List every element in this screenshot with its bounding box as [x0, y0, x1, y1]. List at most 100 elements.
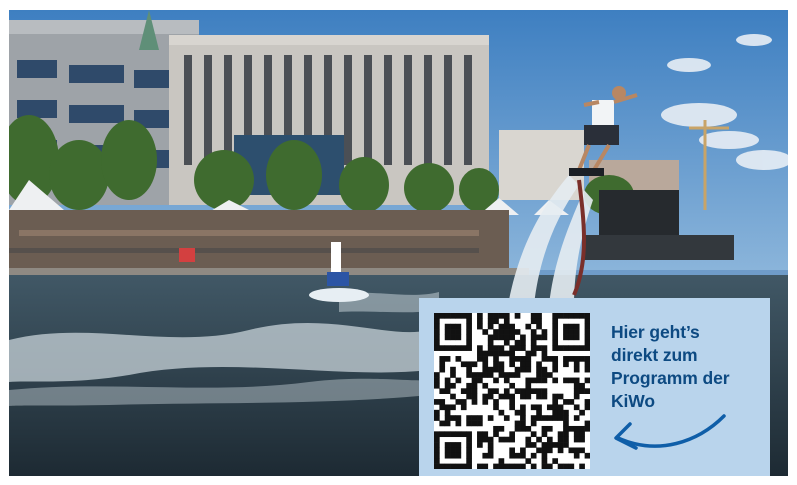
qr-module: [584, 404, 590, 411]
qr-module: [466, 458, 472, 464]
qr-module: [477, 415, 483, 421]
qr-module: [482, 366, 489, 373]
qr-module: [487, 393, 494, 400]
qr-module: [520, 463, 526, 469]
qr-module: [455, 313, 462, 319]
qr-module: [584, 318, 590, 325]
qr-module: [525, 350, 532, 357]
qr-module: [552, 404, 559, 411]
qr-module: [530, 377, 537, 384]
qr-module: [466, 361, 472, 368]
qr-module: [520, 345, 526, 351]
qr-module: [520, 415, 526, 421]
qr-module: [455, 431, 462, 438]
qr-module: [552, 356, 559, 362]
qr-module: [525, 323, 532, 330]
qr-module: [520, 361, 526, 368]
qr-module: [493, 404, 499, 411]
qr-module: [541, 356, 548, 362]
qr-module: [573, 382, 580, 389]
qr-module: [498, 329, 505, 335]
qr-module: [455, 377, 462, 384]
qr-module: [450, 329, 456, 335]
qr-module: [487, 415, 494, 421]
qr-module: [563, 415, 569, 421]
qr-module: [579, 382, 585, 389]
qr-module: [530, 329, 537, 335]
qr-module: [563, 361, 569, 368]
qr-module: [509, 350, 515, 357]
qr-module: [455, 442, 462, 448]
qr-module: [450, 452, 456, 459]
qr-module: [434, 334, 440, 341]
qr-module: [439, 313, 446, 319]
qr-module: [460, 388, 467, 394]
qr-module: [573, 313, 580, 319]
qr-module: [444, 323, 451, 330]
qr-module: [487, 318, 494, 325]
qr-module: [520, 420, 526, 427]
qr-code-matrix: [434, 313, 590, 469]
qr-module: [536, 377, 542, 384]
qr-module: [439, 463, 446, 469]
qr-module: [525, 442, 532, 448]
qr-module: [477, 345, 483, 351]
qr-module: [536, 447, 542, 454]
qr-module: [530, 339, 537, 346]
qr-module: [466, 372, 472, 378]
qr-module: [434, 447, 440, 454]
qr-module: [568, 323, 575, 330]
qr-module: [466, 318, 472, 325]
qr-module: [584, 323, 590, 330]
qr-module: [546, 356, 553, 362]
qr-module: [536, 334, 542, 341]
qr-module: [493, 366, 499, 373]
qr-module: [439, 366, 446, 373]
qr-module: [455, 356, 462, 362]
qr-module: [584, 377, 590, 384]
qr-module: [471, 388, 478, 394]
qr-module: [579, 388, 585, 394]
qr-module: [503, 393, 510, 400]
qr-module: [536, 436, 542, 443]
qr-module: [563, 425, 569, 432]
qr-module: [455, 447, 462, 454]
qr-module: [466, 415, 472, 421]
qr-module: [514, 409, 521, 416]
qr-module: [520, 452, 526, 459]
qr-module: [536, 404, 542, 411]
qr-module: [552, 409, 559, 416]
qr-module: [498, 313, 505, 319]
qr-module: [460, 431, 467, 438]
qr-module: [493, 431, 499, 438]
qr-module: [434, 399, 440, 405]
qr-module: [573, 447, 580, 454]
qr-module: [514, 425, 521, 432]
qr-module: [487, 436, 494, 443]
qr-code[interactable]: [434, 313, 590, 469]
qr-module: [579, 313, 585, 319]
qr-module: [546, 463, 553, 469]
qr-module: [434, 318, 440, 325]
qr-module: [444, 431, 451, 438]
qr-module: [503, 313, 510, 319]
qr-module: [557, 442, 564, 448]
qr-module: [552, 361, 559, 368]
qr-module: [552, 458, 559, 464]
qr-module: [493, 463, 499, 469]
qr-module: [530, 431, 537, 438]
qr-module: [455, 323, 462, 330]
qr-module: [514, 345, 521, 351]
qr-module: [503, 377, 510, 384]
qr-module: [498, 458, 505, 464]
qr-module: [471, 372, 478, 378]
qr-module: [514, 420, 521, 427]
qr-module: [520, 388, 526, 394]
qr-module: [557, 431, 564, 438]
qr-module: [434, 463, 440, 469]
qr-module: [563, 334, 569, 341]
qr-module: [563, 313, 569, 319]
qr-module: [584, 329, 590, 335]
qr-module: [493, 377, 499, 384]
caption-line-2: direkt zum: [611, 345, 698, 365]
